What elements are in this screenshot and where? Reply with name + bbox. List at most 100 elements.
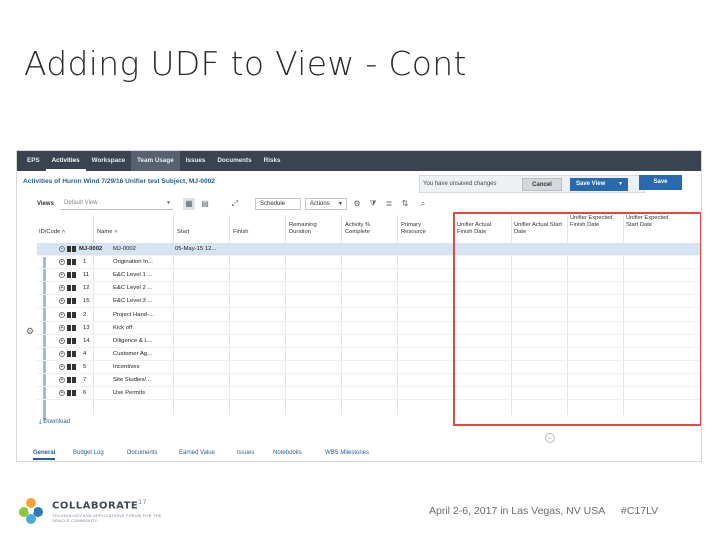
views-select-value: Default View bbox=[64, 200, 98, 206]
collaborate-logo-text: COLLABORATE17 bbox=[52, 499, 147, 511]
cell-name: Site Studies/... bbox=[113, 377, 151, 383]
actions-button[interactable]: Actions ▼ bbox=[305, 198, 347, 210]
filter-icon[interactable]: ⧩ bbox=[367, 198, 379, 210]
expand-toggle-icon[interactable]: + bbox=[59, 298, 65, 305]
title-bar: Activities of Huron Wind 7/29/16 Unifier… bbox=[17, 171, 701, 195]
expand-toggle-icon[interactable]: + bbox=[59, 337, 65, 344]
expand-toggle-icon[interactable]: + bbox=[59, 324, 65, 331]
cell-name: E&C Level 2 ... bbox=[113, 285, 153, 292]
expand-toggle-icon[interactable]: + bbox=[59, 259, 65, 266]
wbs-icon bbox=[67, 272, 77, 279]
search-icon[interactable]: ⌕ bbox=[417, 198, 429, 210]
cell-start: 05-May-15 12... bbox=[175, 246, 217, 252]
expand-toggle-icon[interactable]: + bbox=[59, 390, 65, 397]
download-link[interactable]: ⤓ Download bbox=[39, 419, 70, 426]
column-header-primary-resource[interactable]: Primary Resource bbox=[401, 222, 447, 235]
grid-view-icon[interactable]: ▦ bbox=[183, 198, 195, 210]
expand-toggle-icon[interactable]: + bbox=[59, 363, 65, 370]
save-view-button[interactable]: Save View ▼ bbox=[570, 178, 628, 191]
nav-tab-workspace[interactable]: Workspace bbox=[86, 151, 131, 171]
wbs-icon bbox=[67, 350, 77, 357]
tab-documents[interactable]: Documents bbox=[127, 450, 157, 456]
nav-tab-issues[interactable]: Issues bbox=[180, 151, 212, 171]
nav-tab-eps[interactable]: EPS bbox=[21, 151, 46, 171]
column-header-remaining-duration[interactable]: Remaining Duration bbox=[289, 222, 335, 235]
cell-name: E&C Level 1 ... bbox=[113, 272, 153, 279]
toolbar: Views Default View ▼ ▦ ▤ ⤢ Schedule Acti… bbox=[17, 197, 701, 213]
group-icon[interactable]: ≣ bbox=[383, 198, 395, 210]
tab-general[interactable]: General bbox=[33, 450, 56, 460]
cell-name: MJ-0002 bbox=[113, 246, 136, 252]
tab-wbs-milestones[interactable]: WBS Milestones bbox=[325, 450, 369, 456]
gear-icon[interactable]: ⚙ bbox=[26, 326, 34, 337]
cell-id: MJ-0002 bbox=[79, 246, 103, 252]
unsaved-changes-text: You have unsaved changes bbox=[423, 181, 497, 187]
cell-id: 7 bbox=[83, 377, 87, 383]
tab-issues[interactable]: Issues bbox=[237, 450, 254, 456]
chevron-down-icon: ▼ bbox=[338, 201, 343, 207]
download-icon: ⤓ bbox=[39, 419, 42, 425]
wbs-icon bbox=[67, 377, 77, 383]
cell-id: 1 bbox=[83, 259, 87, 266]
save-view-label: Save View bbox=[576, 181, 606, 187]
nav-tab-documents[interactable]: Documents bbox=[211, 151, 257, 171]
page-title: Activities of Huron Wind 7/29/16 Unifier… bbox=[23, 178, 215, 185]
expand-toggle-icon[interactable]: − bbox=[59, 246, 65, 252]
logo-word: COLLABORATE bbox=[52, 500, 139, 512]
cell-id: 5 bbox=[83, 363, 87, 370]
expand-toggle-icon[interactable]: + bbox=[59, 311, 65, 318]
tab-notebooks[interactable]: Notebooks bbox=[273, 450, 302, 456]
tab-earned-value[interactable]: Earned Value bbox=[179, 450, 215, 456]
expand-toggle-icon[interactable]: + bbox=[59, 272, 65, 279]
cell-id: 2 bbox=[83, 311, 87, 318]
nav-tab-team-usage[interactable]: Team Usage bbox=[131, 151, 180, 171]
wbs-icon bbox=[67, 311, 77, 318]
unsaved-changes-bar: You have unsaved changes Cancel Save Vie… bbox=[419, 175, 645, 193]
cell-id: 15 bbox=[83, 298, 90, 305]
sort-icon[interactable]: ⇅ bbox=[399, 198, 411, 210]
download-label: Download bbox=[43, 419, 71, 425]
gantt-view-icon[interactable]: ▤ bbox=[199, 198, 211, 210]
column-header-name[interactable]: Name ˄ bbox=[97, 229, 117, 236]
expand-toggle-icon[interactable]: + bbox=[59, 377, 65, 383]
actions-label: Actions bbox=[310, 201, 330, 207]
schedule-label: Schedule bbox=[260, 201, 286, 207]
logo-year: 17 bbox=[138, 499, 147, 506]
cell-id: 13 bbox=[83, 324, 90, 331]
wbs-icon bbox=[67, 259, 77, 266]
chevron-down-icon: ▼ bbox=[166, 200, 171, 206]
save-button[interactable]: Save bbox=[639, 175, 682, 190]
expand-icon[interactable]: ⤢ bbox=[229, 198, 241, 210]
footer-hashtag: #C17LV bbox=[621, 505, 659, 517]
cell-id: 11 bbox=[83, 272, 90, 279]
cell-name: Use Permits bbox=[113, 390, 146, 397]
views-select[interactable]: Default View ▼ bbox=[61, 198, 173, 210]
column-header-activity-complete[interactable]: Activity % Complete bbox=[345, 222, 391, 235]
nav-tab-risks[interactable]: Risks bbox=[258, 151, 287, 171]
cell-name: Customer Ag... bbox=[113, 350, 152, 357]
top-nav-bar: EPS Activities Workspace Team Usage Issu… bbox=[17, 151, 701, 171]
wbs-icon bbox=[67, 337, 77, 344]
footer-date: April 2-6, 2017 in Las Vegas, NV USA bbox=[429, 505, 606, 517]
cell-name: Project Hand-... bbox=[113, 311, 154, 318]
bottom-tabs: General Budget Log Documents Earned Valu… bbox=[17, 447, 701, 461]
wbs-icon bbox=[67, 298, 77, 305]
column-header-finish[interactable]: Finish bbox=[233, 229, 248, 236]
chevron-down-icon[interactable]: ▼ bbox=[618, 178, 623, 191]
settings-icon[interactable]: ⚙ bbox=[351, 198, 363, 210]
cell-name: Incentives bbox=[113, 363, 140, 370]
wbs-icon bbox=[67, 324, 77, 331]
tab-budget-log[interactable]: Budget Log bbox=[73, 450, 104, 456]
cell-name: Diligence & L... bbox=[113, 337, 153, 344]
cell-id: 14 bbox=[83, 337, 90, 344]
nav-tab-activities[interactable]: Activities bbox=[45, 151, 86, 171]
schedule-button[interactable]: Schedule bbox=[255, 198, 301, 210]
wbs-icon bbox=[67, 390, 77, 397]
expand-toggle-icon[interactable]: + bbox=[59, 285, 65, 292]
column-header-id[interactable]: ID/Code ˄ bbox=[39, 229, 65, 236]
wbs-icon bbox=[67, 285, 77, 292]
column-header-start[interactable]: Start bbox=[177, 229, 189, 236]
chevron-down-icon[interactable]: ⌄ bbox=[545, 433, 555, 443]
expand-toggle-icon[interactable]: + bbox=[59, 350, 65, 357]
cancel-button[interactable]: Cancel bbox=[522, 178, 562, 191]
